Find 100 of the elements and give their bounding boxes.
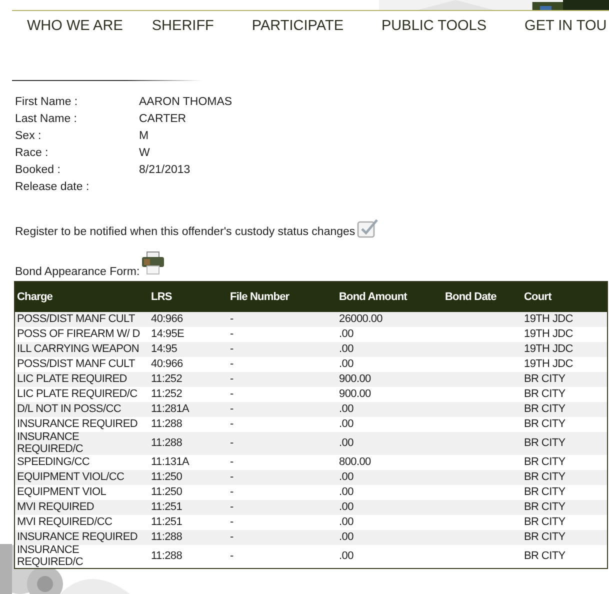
table-cell: .00 [337, 327, 443, 342]
table-cell: LIC PLATE REQUIRED/C [14, 387, 149, 402]
table-cell: MVI REQUIRED [14, 500, 149, 515]
table-cell: 11:131A [149, 455, 228, 470]
table-cell: 11:288 [149, 417, 228, 432]
field-label: Release date : [15, 180, 90, 195]
table-cell: 26000.00 [337, 312, 443, 327]
table-cell: LIC PLATE REQUIRED [14, 372, 149, 387]
table-cell: BR CITY [522, 470, 608, 485]
table-cell: - [228, 327, 337, 342]
notify-text: Register to be notified when this offender's custody status changes [15, 226, 356, 238]
field-label: Booked : [15, 163, 62, 178]
table-cell: .00 [337, 432, 443, 455]
table-cell: BR CITY [522, 545, 608, 568]
field-value: W [139, 146, 151, 161]
field-value: AARON THOMAS [139, 95, 234, 110]
nav-link[interactable]: PARTICIPATE [252, 18, 344, 34]
table-cell: BR CITY [522, 500, 608, 515]
table-cell: - [228, 530, 337, 545]
table-cell: 11:252 [149, 372, 228, 387]
nav-link[interactable]: WHO WE ARE [27, 18, 123, 34]
table-cell: - [228, 545, 337, 568]
table-cell: .00 [337, 530, 443, 545]
table-cell: 11:252 [149, 387, 228, 402]
table-cell: BR CITY [522, 485, 608, 500]
table-cell: 40:966 [149, 357, 228, 372]
table-cell: - [228, 342, 337, 357]
table-cell: 19TH JDC [522, 327, 608, 342]
table-cell: - [228, 387, 337, 402]
field-label: Last Name : [15, 112, 78, 127]
table-cell: - [228, 417, 337, 432]
column-header: File Number [228, 282, 337, 312]
table-cell: 19TH JDC [522, 357, 608, 372]
table-cell: 900.00 [337, 372, 443, 387]
table-cell: MVI REQUIRED/CC [14, 515, 149, 530]
table-cell: - [228, 515, 337, 530]
field-label: Sex : [15, 129, 42, 144]
column-header: LRS [149, 282, 228, 312]
table-cell: EQUIPMENT VIOL/CC [14, 470, 149, 485]
table-cell: SPEEDING/CC [14, 455, 149, 470]
table-cell: .00 [337, 470, 443, 485]
table-cell: - [228, 470, 337, 485]
table-cell: 11:250 [149, 485, 228, 500]
table-cell: INSURANCE REQUIRED [14, 530, 149, 545]
table-cell: - [228, 372, 337, 387]
table-cell: 19TH JDC [522, 312, 608, 327]
table-cell: 11:250 [149, 470, 228, 485]
table-cell: 40:966 [149, 312, 228, 327]
table-cell: BR CITY [522, 432, 608, 455]
column-header: Bond Amount [337, 282, 443, 312]
table-cell: 11:251 [149, 500, 228, 515]
table-cell: 11:288 [149, 432, 228, 455]
table-cell: INSURANCE REQUIRED/C [14, 432, 149, 455]
table-cell: 11:251 [149, 515, 228, 530]
table-cell: - [228, 312, 337, 327]
table-cell: 11:281A [149, 402, 228, 417]
nav-link[interactable]: SHERIFF [152, 18, 214, 34]
table-cell: BR CITY [522, 530, 608, 545]
table-cell: .00 [337, 500, 443, 515]
column-header: Court [522, 282, 608, 312]
field-label: Race : [15, 146, 50, 161]
table-cell: BR CITY [522, 402, 608, 417]
table-cell: INSURANCE REQUIRED/C [14, 545, 149, 568]
table-cell: 19TH JDC [522, 342, 608, 357]
table-cell: .00 [337, 417, 443, 432]
table-cell: BR CITY [522, 455, 608, 470]
nav-link[interactable]: GET IN TOU [524, 18, 607, 34]
table-cell: .00 [337, 545, 443, 568]
table-cell: .00 [337, 485, 443, 500]
table-cell: INSURANCE REQUIRED [14, 417, 149, 432]
column-header: Charge [14, 282, 149, 312]
field-value: CARTER [139, 112, 188, 127]
table-cell: .00 [337, 402, 443, 417]
table-cell: ILL CARRYING WEAPON [14, 342, 149, 357]
table-cell: POSS/DIST MANF CULT [14, 357, 149, 372]
field-value: 8/21/2013 [139, 163, 192, 178]
table-cell: - [228, 485, 337, 500]
column-header: Bond Date [443, 282, 522, 312]
printer-icon[interactable] [140, 251, 166, 275]
table-cell: - [228, 500, 337, 515]
table-cell: - [228, 402, 337, 417]
table-cell: POSS OF FIREARM W/ D [14, 327, 149, 342]
checkbox-icon[interactable] [357, 218, 380, 238]
table-cell: EQUIPMENT VIOL [14, 485, 149, 500]
table-cell: - [228, 432, 337, 455]
table-cell: .00 [337, 342, 443, 357]
table-cell: .00 [337, 515, 443, 530]
table-cell: 11:288 [149, 530, 228, 545]
table-cell: - [228, 357, 337, 372]
table-cell: .00 [337, 357, 443, 372]
table-cell: POSS/DIST MANF CULT [14, 312, 149, 327]
table-cell: BR CITY [522, 387, 608, 402]
nav-link[interactable]: PUBLIC TOOLS [382, 18, 487, 34]
table-cell: 14:95 [149, 342, 228, 357]
table-cell: - [228, 455, 337, 470]
table-cell: 11:288 [149, 545, 228, 568]
field-label: First Name : [15, 95, 79, 110]
table-cell: 14:95E [149, 327, 228, 342]
table-cell: BR CITY [522, 515, 608, 530]
table-cell: BR CITY [522, 372, 608, 387]
